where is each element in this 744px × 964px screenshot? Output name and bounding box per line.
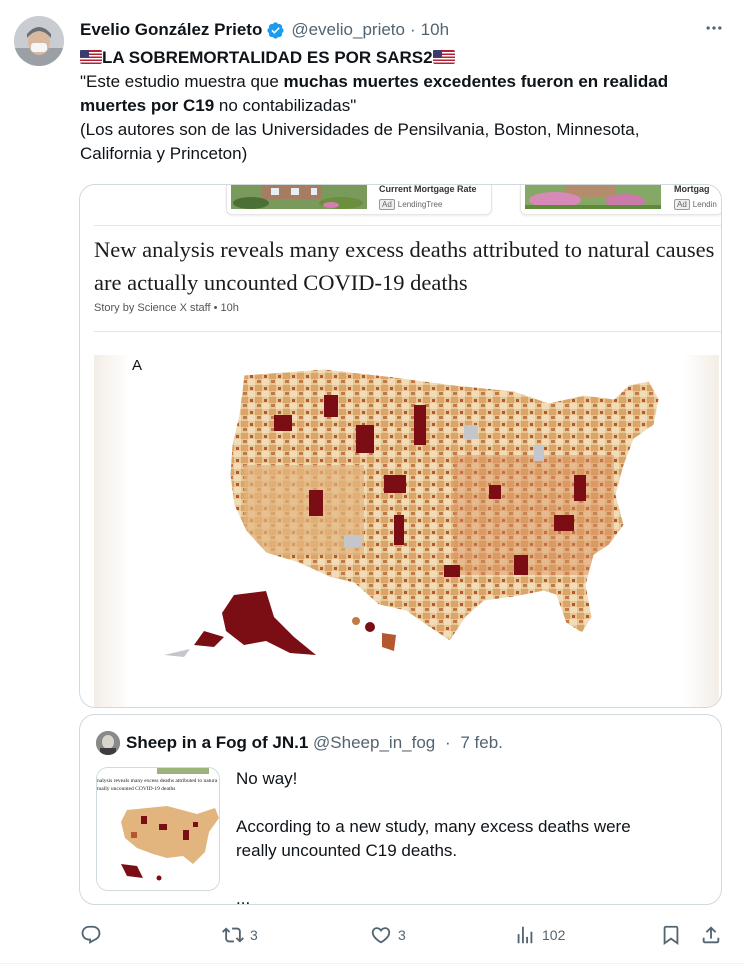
ad-label: Ad (674, 199, 690, 210)
quoted-text-paragraph: According to a new study, many excess de… (236, 815, 706, 863)
ad-card: Mortgag Ad Lendin (520, 184, 721, 215)
quoted-tweet-time[interactable]: 7 feb. (460, 733, 503, 752)
quoted-image-thumbnail[interactable]: nalysis reveals many excess deaths attri… (96, 767, 220, 891)
thumb-headline-2: tually uncounted COVID-19 deaths (97, 786, 175, 792)
quoted-text-line: really uncounted C19 deaths. (236, 841, 458, 860)
reply-button[interactable] (80, 920, 108, 950)
retweet-button[interactable]: 3 (222, 920, 258, 950)
quoted-author-avatar-image (96, 731, 120, 755)
ad-strip: Current Mortgage Rate Ad LendingTree Mort… (80, 184, 721, 219)
views-count: 102 (542, 927, 566, 943)
house-photo-icon (525, 185, 661, 209)
quote-bold-2: muertes por C19 (80, 96, 215, 115)
house-photo-icon (231, 185, 367, 209)
ad-sponsor-name: Lendin (692, 200, 717, 209)
quoted-author-handle[interactable]: @Sheep_in_fog (313, 733, 435, 752)
bookmark-icon (663, 925, 679, 946)
author-avatar[interactable] (14, 16, 64, 66)
tweet: Evelio González Prieto @evelio_prieto · … (0, 0, 744, 964)
author-handle[interactable]: @evelio_prieto (291, 20, 405, 40)
ad-sponsor-name: LendingTree (397, 200, 443, 209)
quoted-tweet[interactable]: Sheep in a Fog of JN.1 @Sheep_in_fog · 7… (79, 714, 722, 908)
quoted-text-line: According to a new study, many excess de… (236, 817, 631, 836)
tweet-time[interactable]: 10h (421, 20, 449, 40)
tweet-text: LA SOBREMORTALIDAD ES POR SARS2 "Este es… (80, 46, 730, 166)
more-icon[interactable] (704, 18, 724, 43)
note-line-1: (Los autores son de las Universidades de… (80, 120, 640, 139)
retweet-icon (222, 927, 244, 943)
ad-sponsor: Ad LendingTree (379, 199, 442, 210)
ad-title: Current Mortgage Rate (379, 184, 477, 194)
views-icon (517, 926, 533, 944)
attached-image[interactable]: Current Mortgage Rate Ad LendingTree Mort… (79, 184, 722, 708)
quote-close: no contabilizadas" (214, 96, 357, 115)
article-headline: New analysis reveals many excess deaths … (94, 237, 715, 295)
share-icon (702, 926, 720, 944)
ad-label: Ad (379, 199, 395, 210)
quoted-text-ellipsis: ... (236, 889, 251, 908)
quoted-text-line: No way! (236, 769, 298, 788)
action-bar: 3 3 102 (80, 920, 730, 950)
quoted-tweet-header: Sheep in a Fog of JN.1 @Sheep_in_fog · 7… (126, 733, 503, 753)
divider (94, 331, 721, 332)
like-button[interactable]: 3 (370, 920, 406, 950)
share-button[interactable] (700, 920, 722, 950)
ad-title: Mortgag (674, 184, 710, 194)
reply-icon (81, 925, 101, 944)
us-map-image (164, 368, 660, 657)
quoted-author-name[interactable]: Sheep in a Fog of JN.1 (126, 733, 308, 752)
map-panel-label: A (132, 357, 143, 374)
heart-icon (371, 927, 391, 944)
us-county-map: A (94, 355, 719, 707)
quote-bold-1: muchas muertes excedentes fueron en real… (283, 72, 669, 91)
like-count: 3 (398, 927, 406, 943)
divider (94, 225, 721, 226)
quoted-map-thumbnail-image: nalysis reveals many excess deaths attri… (97, 768, 219, 890)
quoted-author-avatar[interactable] (96, 731, 120, 755)
bookmark-button[interactable] (660, 920, 682, 950)
tweet-header: Evelio González Prieto @evelio_prieto · … (80, 18, 724, 42)
ad-card: Current Mortgage Rate Ad LendingTree (226, 185, 492, 215)
us-flag-icon (80, 50, 102, 64)
quote-open: "Este estudio muestra que (80, 72, 284, 91)
article-byline: Story by Science X staff • 10h (94, 302, 239, 314)
retweet-count: 3 (250, 927, 258, 943)
separator-dot: · (409, 20, 416, 39)
thumb-headline-1: nalysis reveals many excess deaths attri… (97, 778, 218, 784)
verified-badge-icon (266, 21, 285, 40)
quoted-tweet-text: No way! According to a new study, many e… (236, 767, 706, 911)
author-avatar-image (14, 16, 64, 66)
views-button[interactable]: 102 (514, 920, 565, 950)
author-name[interactable]: Evelio González Prieto (80, 20, 262, 40)
separator-dot: · (444, 733, 451, 752)
ad-sponsor: Ad Lendin (674, 199, 717, 210)
note-line-2: California y Princeton) (80, 144, 248, 163)
us-flag-icon (432, 50, 455, 64)
tweet-title: LA SOBREMORTALIDAD ES POR SARS2 (102, 48, 433, 67)
